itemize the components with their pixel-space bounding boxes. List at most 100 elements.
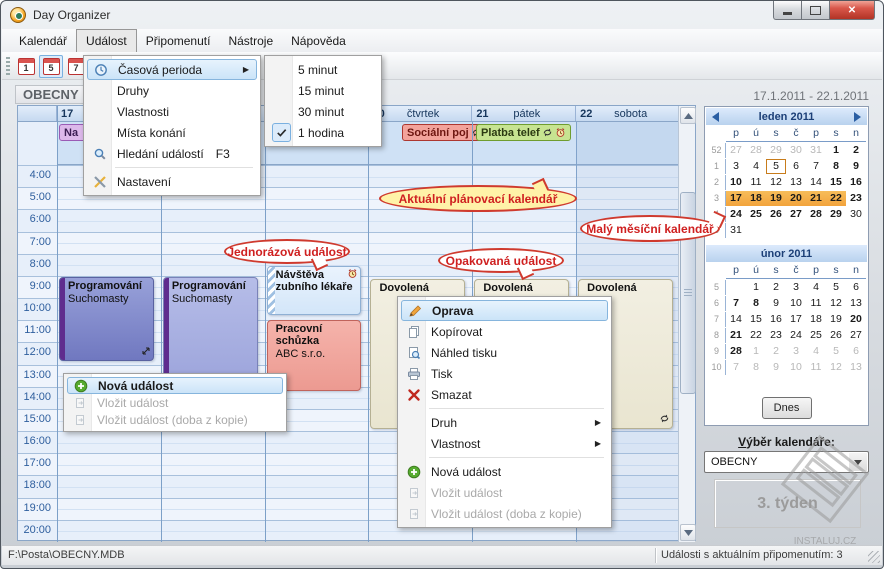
- menu-item-nastaveni[interactable]: Nastavení: [87, 171, 257, 192]
- mini-calendar-day-12[interactable]: 12: [766, 175, 786, 190]
- mini-calendar-day-13[interactable]: 13: [846, 296, 866, 311]
- mini-calendar-day-2[interactable]: 2: [766, 280, 786, 295]
- mini-calendar-day-28[interactable]: 28: [726, 344, 746, 359]
- mini-calendar-day-6[interactable]: 6: [786, 159, 806, 174]
- mini-calendar-day-19[interactable]: 19: [766, 191, 786, 206]
- menu-item-5-minut[interactable]: 5 minut: [268, 59, 378, 80]
- mini-calendar-day-21[interactable]: 21: [726, 328, 746, 343]
- menu-item-1-hodina[interactable]: 1 hodina: [268, 122, 378, 143]
- mini-calendar-day-26[interactable]: 26: [826, 328, 846, 343]
- menu-item-15-minut[interactable]: 15 minut: [268, 80, 378, 101]
- mini-calendar-day-2[interactable]: 2: [846, 143, 866, 158]
- mini-calendar-day-27[interactable]: 27: [846, 328, 866, 343]
- mini-calendar-day-5[interactable]: 5: [766, 159, 786, 174]
- menu-item-druh[interactable]: Druh▶: [401, 412, 608, 433]
- mini-calendar-day-28[interactable]: 28: [806, 207, 826, 222]
- minimize-button[interactable]: [773, 1, 802, 20]
- mini-calendar-day-6[interactable]: 6: [846, 344, 866, 359]
- mini-calendar-day-1[interactable]: 1: [746, 344, 766, 359]
- event-navsteva-zubniho-lekare-2[interactable]: Návštěva zubního lékaře: [267, 266, 362, 315]
- next-month-arrow-icon[interactable]: [854, 112, 861, 122]
- menubar-item-udalost[interactable]: Událost: [76, 29, 137, 52]
- menu-item-mista-konani[interactable]: Místa konání: [87, 122, 257, 143]
- mini-calendar-day-25[interactable]: 25: [806, 328, 826, 343]
- mini-calendar-day-9[interactable]: 9: [766, 296, 786, 311]
- mini-calendar-day-7[interactable]: 7: [806, 159, 826, 174]
- mini-calendar-day-3[interactable]: 3: [726, 159, 746, 174]
- menu-item-30-minut[interactable]: 30 minut: [268, 101, 378, 122]
- mini-calendar-day-8[interactable]: 8: [826, 159, 846, 174]
- menubar-item-kalendar[interactable]: Kalendář: [10, 29, 76, 52]
- mini-calendar-day-6[interactable]: 6: [846, 280, 866, 295]
- mini-calendar-day-24[interactable]: 24: [726, 207, 746, 222]
- menu-item-vlastnost[interactable]: Vlastnost▶: [401, 433, 608, 454]
- menu-item-nova-udalost[interactable]: Nová událost: [67, 377, 283, 394]
- mini-calendar-day-9[interactable]: 9: [846, 159, 866, 174]
- mini-calendar-day-29[interactable]: 29: [826, 207, 846, 222]
- mini-calendar-day-15[interactable]: 15: [826, 175, 846, 190]
- close-button[interactable]: ✕: [830, 1, 875, 20]
- mini-calendar-day-12[interactable]: 12: [826, 360, 846, 375]
- mini-calendar-february[interactable]: únor 2011púsčpsn512345667891011121371415…: [705, 245, 868, 377]
- menu-item-nova-udalost[interactable]: Nová událost: [401, 461, 608, 482]
- calendar-day-icon[interactable]: 1: [14, 55, 38, 78]
- mini-calendar-day-25[interactable]: 25: [746, 207, 766, 222]
- mini-calendar-day-17[interactable]: 17: [786, 312, 806, 327]
- mini-calendar-day-22[interactable]: 22: [826, 191, 846, 206]
- calendar-workweek-icon[interactable]: 5: [39, 55, 63, 78]
- toolbar-grip[interactable]: [6, 57, 10, 75]
- mini-calendar-day-12[interactable]: 12: [826, 296, 846, 311]
- mini-calendar-day-28[interactable]: 28: [746, 143, 766, 158]
- mini-calendar-day-7[interactable]: 7: [726, 360, 746, 375]
- mini-calendar-day-31[interactable]: 31: [806, 143, 826, 158]
- mini-calendar-day-18[interactable]: 18: [746, 191, 766, 206]
- mini-calendar-day-10[interactable]: 10: [726, 175, 746, 190]
- mini-calendar-day-27[interactable]: 27: [726, 143, 746, 158]
- menu-item-oprava[interactable]: Oprava: [401, 300, 608, 321]
- mini-calendar-day-15[interactable]: 15: [746, 312, 766, 327]
- mini-calendar-day-4[interactable]: 4: [806, 344, 826, 359]
- mini-calendar-day-2[interactable]: 2: [766, 344, 786, 359]
- menu-item-smazat[interactable]: Smazat: [401, 384, 608, 405]
- mini-calendar-day-17[interactable]: 17: [726, 191, 746, 206]
- mini-calendar-day-18[interactable]: 18: [806, 312, 826, 327]
- mini-calendar-day-30[interactable]: 30: [846, 207, 866, 222]
- menu-item-kopirovat[interactable]: Kopírovat: [401, 321, 608, 342]
- resize-grip[interactable]: [868, 551, 880, 563]
- menu-item-vlastnosti[interactable]: Vlastnosti: [87, 101, 257, 122]
- mini-calendar-day-1[interactable]: 1: [746, 280, 766, 295]
- mini-calendar-day-19[interactable]: 19: [826, 312, 846, 327]
- allday-event-platba-telef[interactable]: Platba telef: [476, 124, 571, 141]
- title-bar[interactable]: Day Organizer ✕: [1, 1, 883, 29]
- mini-calendar-day-27[interactable]: 27: [786, 207, 806, 222]
- mini-calendar-day-21[interactable]: 21: [806, 191, 826, 206]
- mini-calendar-day-14[interactable]: 14: [806, 175, 826, 190]
- mini-calendar-day-11[interactable]: 11: [806, 296, 826, 311]
- mini-calendar-day-1[interactable]: 1: [826, 143, 846, 158]
- mini-calendar-day-13[interactable]: 13: [786, 175, 806, 190]
- mini-calendar-day-5[interactable]: 5: [826, 344, 846, 359]
- mini-calendar-day-9[interactable]: 9: [766, 360, 786, 375]
- mini-calendar-day-11[interactable]: 11: [746, 175, 766, 190]
- mini-calendar-day-23[interactable]: 23: [846, 191, 866, 206]
- menu-item-casova-perioda[interactable]: Časová perioda▶: [87, 59, 257, 80]
- mini-calendar-day-5[interactable]: 5: [826, 280, 846, 295]
- today-button[interactable]: Dnes: [762, 397, 812, 419]
- menubar-item-napoveda[interactable]: Nápověda: [282, 29, 355, 52]
- chevron-down-icon[interactable]: [849, 453, 867, 471]
- menu-item-tisk[interactable]: Tisk: [401, 363, 608, 384]
- scroll-down-arrow[interactable]: [680, 524, 696, 541]
- prev-month-arrow-icon[interactable]: [712, 112, 719, 122]
- mini-calendar-day-8[interactable]: 8: [746, 360, 766, 375]
- vertical-scrollbar[interactable]: [678, 106, 695, 542]
- mini-calendar-day-20[interactable]: 20: [846, 312, 866, 327]
- menu-item-nahled-tisku[interactable]: Náhled tisku: [401, 342, 608, 363]
- event-programovani-0[interactable]: ProgramováníSuchomasty: [59, 277, 154, 361]
- mini-calendar-day-3[interactable]: 3: [786, 280, 806, 295]
- mini-calendar-day-13[interactable]: 13: [846, 360, 866, 375]
- mini-calendar-day-4[interactable]: 4: [746, 159, 766, 174]
- mini-calendar-january[interactable]: leden 2011púsčpsn52272829303112134567892…: [705, 108, 868, 240]
- mini-calendar-day-11[interactable]: 11: [806, 360, 826, 375]
- mini-calendar-day-22[interactable]: 22: [746, 328, 766, 343]
- menubar-item-nastroje[interactable]: Nástroje: [219, 29, 282, 52]
